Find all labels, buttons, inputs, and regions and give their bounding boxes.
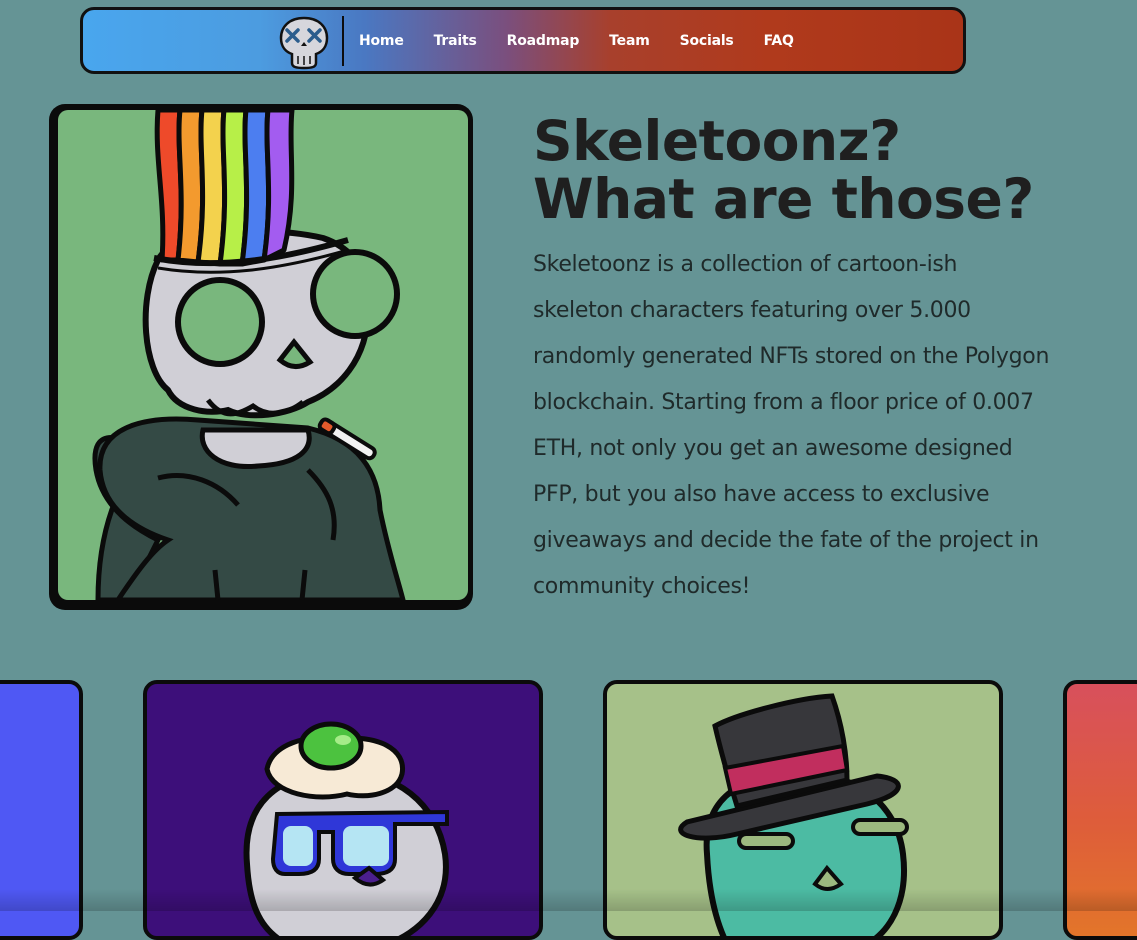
hero-skeleton-image	[58, 110, 468, 600]
hero-title: Skeletoonz? What are those?	[533, 112, 1034, 228]
hero-title-line1: Skeletoonz?	[533, 109, 901, 173]
carousel-card-blue[interactable]	[0, 680, 83, 940]
nav-link-team[interactable]: Team	[609, 33, 650, 49]
nav-link-roadmap[interactable]: Roadmap	[507, 33, 580, 49]
rainbow-hair-skeleton-illustration	[92, 110, 406, 600]
skull-logo-icon[interactable]	[279, 16, 329, 70]
carousel-card-purple[interactable]	[143, 680, 543, 940]
carousel-card-green[interactable]	[603, 680, 1003, 940]
hero-title-line2: What are those?	[533, 167, 1034, 231]
nav-link-faq[interactable]: FAQ	[764, 33, 794, 49]
nav-link-traits[interactable]: Traits	[434, 33, 477, 49]
navbar: Home Traits Roadmap Team Socials FAQ	[80, 7, 966, 74]
skeleton-with-glasses-illustration	[243, 721, 449, 936]
carousel-card-orange[interactable]	[1063, 680, 1137, 940]
skeleton-with-top-hat-illustration	[678, 693, 909, 936]
nav-links: Home Traits Roadmap Team Socials FAQ	[359, 10, 824, 71]
nav-link-home[interactable]: Home	[359, 33, 404, 49]
hero-description: Skeletoonz is a collection of cartoon-is…	[533, 252, 1050, 599]
nav-link-socials[interactable]: Socials	[680, 33, 734, 49]
nav-divider	[342, 16, 344, 66]
